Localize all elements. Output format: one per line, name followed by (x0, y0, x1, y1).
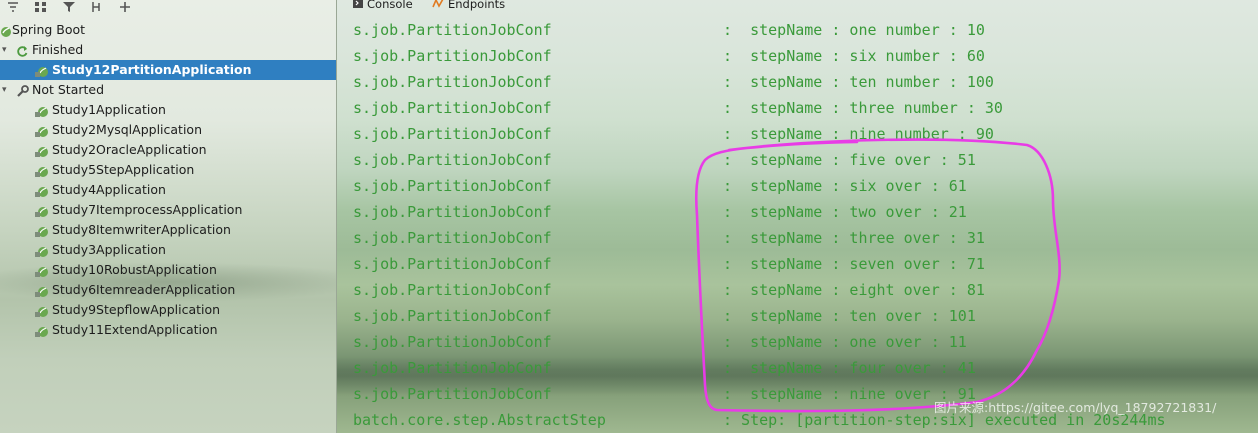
run-config-item[interactable]: Study12PartitionApplication (0, 60, 336, 80)
log-line: s.job.PartitionJobConf : stepName : one n… (353, 17, 1253, 43)
endpoints-icon (432, 0, 444, 11)
run-config-item[interactable]: Study9StepflowApplication (0, 300, 336, 320)
run-config-label: Study9StepflowApplication (52, 302, 221, 317)
log-source: s.job.PartitionJobConf (353, 99, 552, 117)
run-config-label: Study5StepApplication (52, 162, 195, 177)
collapse-all-icon[interactable] (6, 1, 20, 13)
run-config-item[interactable]: Study4Application (0, 180, 336, 200)
console-icon (353, 0, 363, 11)
run-config-label: Study12PartitionApplication (52, 62, 252, 77)
run-config-label: Study2OracleApplication (52, 142, 207, 157)
log-message: : stepName : seven over : 71 (723, 255, 985, 273)
log-message: : stepName : eight over : 81 (723, 281, 985, 299)
log-message: : stepName : five over : 51 (723, 151, 976, 169)
log-message: : stepName : one over : 11 (723, 333, 967, 351)
run-config-item[interactable]: Study10RobustApplication (0, 260, 336, 280)
log-line: s.job.PartitionJobConf : stepName : two o… (353, 199, 1253, 225)
log-source: s.job.PartitionJobConf (353, 281, 552, 299)
log-source: s.job.PartitionJobConf (353, 21, 552, 39)
log-message: : stepName : nine number : 90 (723, 125, 994, 143)
run-config-item[interactable]: Study3Application (0, 240, 336, 260)
run-config-item[interactable]: Study2MysqlApplication (0, 120, 336, 140)
log-line: s.job.PartitionJobConf : stepName : seven… (353, 251, 1253, 277)
run-config-label: Study1Application (52, 102, 166, 117)
log-line: s.job.PartitionJobConf : stepName : ten o… (353, 303, 1253, 329)
log-line: s.job.PartitionJobConf : stepName : ten n… (353, 69, 1253, 95)
expand-arrow-icon[interactable]: ▾ (2, 40, 7, 60)
log-line: s.job.PartitionJobConf : stepName : one o… (353, 329, 1253, 355)
log-source: s.job.PartitionJobConf (353, 73, 552, 91)
log-message: : stepName : ten number : 100 (723, 73, 994, 91)
tree-group-finished[interactable]: ▾ Finished (0, 40, 336, 60)
log-line: s.job.PartitionJobConf : stepName : three… (353, 95, 1253, 121)
tree-group-not-started[interactable]: ▾ Not Started (0, 80, 336, 100)
log-line: s.job.PartitionJobConf : stepName : eight… (353, 277, 1253, 303)
log-line: s.job.PartitionJobConf : stepName : three… (353, 225, 1253, 251)
tree-root-spring-boot[interactable]: Spring Boot (0, 20, 336, 40)
run-config-item[interactable]: Study5StepApplication (0, 160, 336, 180)
log-source: s.job.PartitionJobConf (353, 307, 552, 325)
log-source: batch.core.step.AbstractStep (353, 411, 606, 429)
tab-console-label: Console (367, 0, 413, 11)
run-config-item[interactable]: Study8ItemwriterApplication (0, 220, 336, 240)
log-source: s.job.PartitionJobConf (353, 151, 552, 169)
log-line: s.job.PartitionJobConf : stepName : four … (353, 355, 1253, 381)
run-config-item[interactable]: Study6ItemreaderApplication (0, 280, 336, 300)
log-source: s.job.PartitionJobConf (353, 255, 552, 273)
run-config-label: Study10RobustApplication (52, 262, 217, 277)
run-config-label: Study8ItemwriterApplication (52, 222, 231, 237)
group-icon[interactable] (34, 1, 48, 13)
run-config-item[interactable]: Study2OracleApplication (0, 140, 336, 160)
watermark-text: 图片来源:https://gitee.com/lyq_18792721831/ (934, 400, 1217, 415)
run-config-label: Study3Application (52, 242, 166, 257)
run-config-item[interactable]: Study7ItemprocessApplication (0, 200, 336, 220)
log-message: : stepName : four over : 41 (723, 359, 976, 377)
log-message: : stepName : six number : 60 (723, 47, 985, 65)
run-config-item[interactable]: Study11ExtendApplication (0, 320, 336, 340)
console-output[interactable]: s.job.PartitionJobConf : stepName : one n… (353, 17, 1253, 433)
log-source: s.job.PartitionJobConf (353, 385, 552, 403)
log-source: s.job.PartitionJobConf (353, 203, 552, 221)
log-message: : stepName : six over : 61 (723, 177, 967, 195)
log-source: s.job.PartitionJobConf (353, 229, 552, 247)
tab-endpoints-label: Endpoints (448, 0, 506, 11)
run-config-item[interactable]: Study1Application (0, 100, 336, 120)
log-message: : stepName : ten over : 101 (723, 307, 976, 325)
tree-root-label: Spring Boot (12, 22, 86, 37)
log-message: : stepName : three over : 31 (723, 229, 985, 247)
log-source: s.job.PartitionJobConf (353, 333, 552, 351)
log-source: s.job.PartitionJobConf (353, 47, 552, 65)
log-source: s.job.PartitionJobConf (353, 125, 552, 143)
filter-icon[interactable] (62, 1, 76, 13)
tab-console[interactable]: Console (353, 0, 413, 11)
console-panel: Console Endpoints s.job.PartitionJobConf… (337, 0, 1258, 433)
run-config-label: Study7ItemprocessApplication (52, 202, 243, 217)
spring-app-icon (34, 324, 50, 344)
log-message: : stepName : one number : 10 (723, 21, 985, 39)
log-message: : stepName : two over : 21 (723, 203, 967, 221)
log-line: s.job.PartitionJobConf : stepName : six n… (353, 43, 1253, 69)
tree-group-label: Finished (32, 42, 84, 57)
console-tab-bar: Console Endpoints (337, 0, 1258, 12)
run-config-label: Study11ExtendApplication (52, 322, 218, 337)
run-config-label: Study2MysqlApplication (52, 122, 202, 137)
log-source: s.job.PartitionJobConf (353, 177, 552, 195)
expand-arrow-icon[interactable]: ▾ (2, 80, 7, 100)
add-icon[interactable] (118, 1, 132, 13)
log-source: s.job.PartitionJobConf (353, 359, 552, 377)
run-dashboard-panel: Spring Boot ▾ Finished Study12PartitionA… (0, 0, 337, 433)
tab-endpoints[interactable]: Endpoints (432, 0, 505, 11)
run-dashboard-toolbar (0, 0, 336, 14)
run-configuration-tree: Spring Boot ▾ Finished Study12PartitionA… (0, 20, 336, 340)
run-config-label: Study6ItemreaderApplication (52, 282, 236, 297)
log-line: s.job.PartitionJobConf : stepName : five … (353, 147, 1253, 173)
log-message: : stepName : three number : 30 (723, 99, 1003, 117)
log-line: s.job.PartitionJobConf : stepName : six o… (353, 173, 1253, 199)
run-config-label: Study4Application (52, 182, 166, 197)
tree-group-label: Not Started (32, 82, 105, 97)
add-config-icon[interactable] (90, 1, 104, 13)
log-line: s.job.PartitionJobConf : stepName : nine … (353, 121, 1253, 147)
